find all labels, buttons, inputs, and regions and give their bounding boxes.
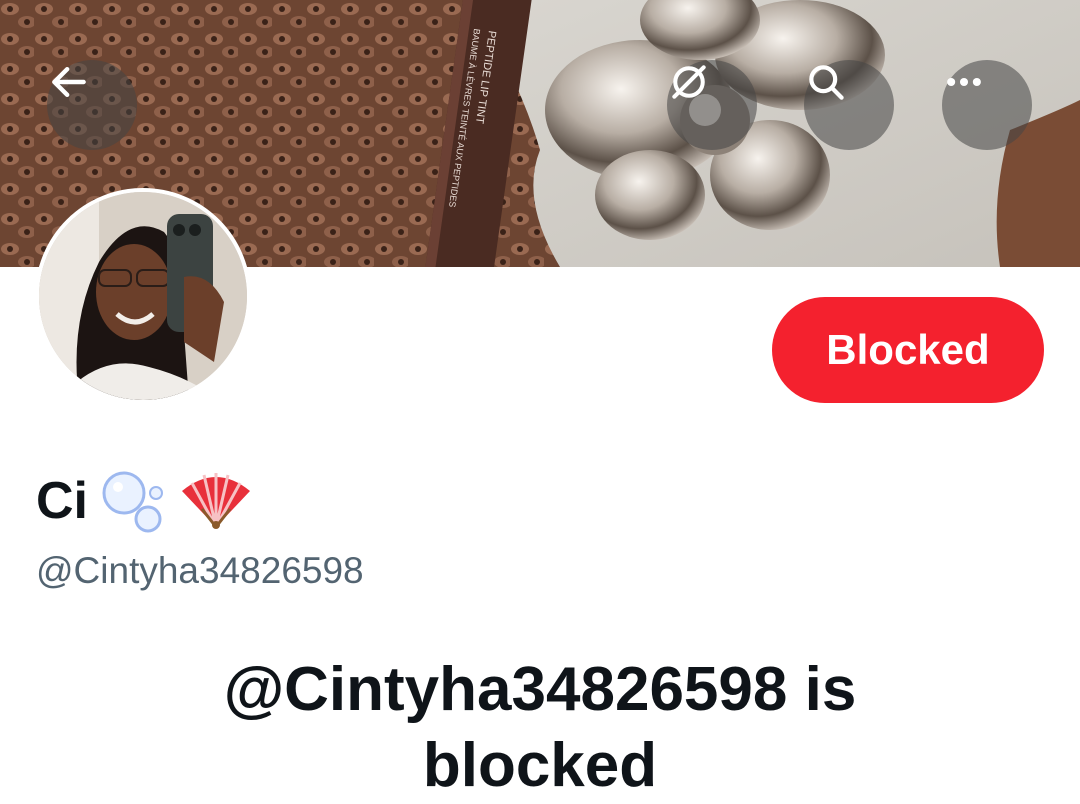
- search-icon: [809, 65, 844, 100]
- back-button[interactable]: [47, 60, 137, 150]
- avatar[interactable]: [35, 188, 251, 404]
- profile-handle: @Cintyha34826598: [36, 550, 364, 591]
- blocked-notice-line-2: blocked: [422, 731, 658, 800]
- blocked-notice-title: @Cintyha34826598 is blocked: [0, 652, 1080, 804]
- avatar-image: [39, 192, 247, 400]
- folding-fan-emoji: [182, 473, 250, 529]
- bubbles-emoji: [102, 471, 163, 533]
- grok-icon: [672, 65, 706, 99]
- more-button[interactable]: [942, 60, 1032, 150]
- blocked-notice-line-1: @Cintyha34826598 is: [223, 655, 857, 724]
- display-name-row: Ci: [36, 466, 254, 536]
- more-icon: [947, 77, 981, 87]
- display-name: Ci: [36, 472, 88, 530]
- arrow-left-icon: [52, 66, 86, 98]
- grok-button[interactable]: [667, 60, 757, 150]
- search-button[interactable]: [804, 60, 894, 150]
- blocked-button[interactable]: Blocked: [772, 297, 1044, 403]
